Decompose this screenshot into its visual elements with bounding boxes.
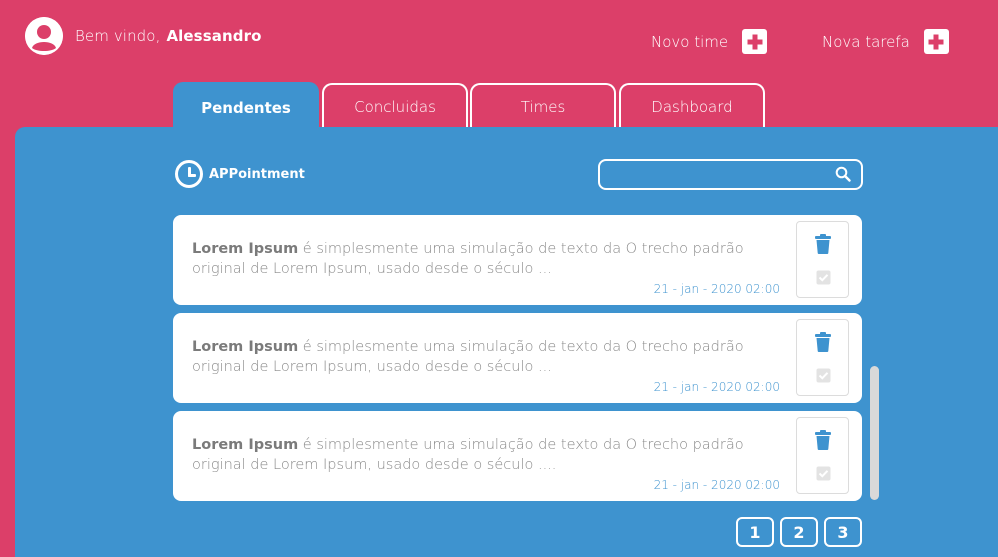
task-date: 21 - jan - 2020 02:00	[653, 380, 780, 394]
search-box	[598, 159, 863, 190]
task-text: Lorem Ipsum é simplesmente uma simulação…	[192, 337, 782, 377]
logo-text: APPointment	[209, 166, 305, 182]
tab-dashboard[interactable]: Dashboard	[619, 83, 765, 128]
task-title: Lorem Ipsum	[192, 339, 299, 355]
task-actions	[796, 221, 849, 298]
task-card[interactable]: Lorem Ipsum é simplesmente uma simulação…	[173, 313, 862, 403]
new-task-button[interactable]: Nova tarefa	[822, 29, 949, 54]
task-text: Lorem Ipsum é simplesmente uma simulação…	[192, 239, 782, 279]
page-button-1[interactable]: 1	[736, 517, 774, 547]
greeting-text: Bem vindo, Alessandro	[75, 27, 261, 45]
user-avatar-icon[interactable]	[25, 17, 63, 55]
greeting-label: Bem vindo,	[75, 27, 161, 45]
trash-icon[interactable]	[815, 430, 831, 450]
task-date: 21 - jan - 2020 02:00	[653, 478, 780, 492]
tab-concluidas[interactable]: Concluidas	[322, 83, 468, 128]
task-text: Lorem Ipsum é simplesmente uma simulação…	[192, 435, 782, 475]
task-card[interactable]: Lorem Ipsum é simplesmente uma simulação…	[173, 411, 862, 501]
checkbox-icon[interactable]	[816, 466, 831, 481]
checkbox-icon[interactable]	[816, 270, 831, 285]
clock-icon	[175, 160, 203, 188]
task-title: Lorem Ipsum	[192, 241, 299, 257]
user-name: Alessandro	[166, 27, 262, 45]
list-scrollbar[interactable]	[870, 366, 879, 500]
app-logo: APPointment	[175, 160, 305, 188]
trash-icon[interactable]	[815, 332, 831, 352]
user-greeting: Bem vindo, Alessandro	[25, 17, 261, 55]
task-title: Lorem Ipsum	[192, 437, 299, 453]
checkbox-icon[interactable]	[816, 368, 831, 383]
tab-times[interactable]: Times	[470, 83, 616, 128]
search-icon[interactable]	[835, 166, 851, 182]
task-actions	[796, 319, 849, 396]
new-task-label: Nova tarefa	[822, 32, 910, 51]
plus-icon	[923, 29, 949, 54]
task-actions	[796, 417, 849, 494]
page-button-3[interactable]: 3	[824, 517, 862, 547]
plus-icon	[742, 29, 768, 54]
new-team-label: Novo time	[651, 32, 729, 51]
page-button-2[interactable]: 2	[780, 517, 818, 547]
task-date: 21 - jan - 2020 02:00	[653, 282, 780, 296]
task-card[interactable]: Lorem Ipsum é simplesmente uma simulação…	[173, 215, 862, 305]
trash-icon[interactable]	[815, 234, 831, 254]
tab-pendentes[interactable]: Pendentes	[173, 82, 319, 132]
search-input[interactable]	[600, 161, 861, 188]
new-team-button[interactable]: Novo time	[651, 29, 768, 54]
